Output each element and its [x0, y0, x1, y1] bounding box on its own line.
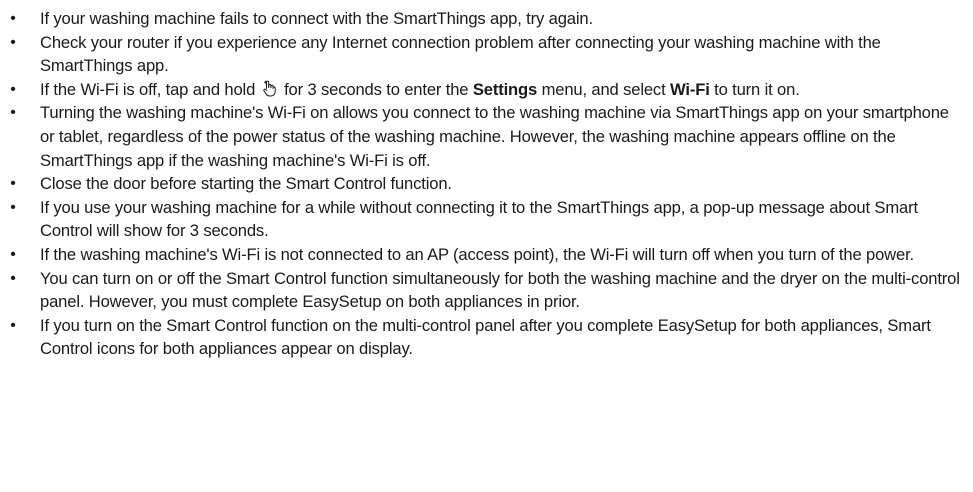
note-text: If the washing machine's Wi-Fi is not co…	[40, 244, 914, 264]
bullet: •	[10, 33, 16, 51]
list-item: • You can turn on or off the Smart Contr…	[0, 267, 961, 314]
bullet: •	[10, 269, 16, 287]
bullet: •	[10, 80, 16, 98]
note-text: If your washing machine fails to connect…	[40, 9, 593, 28]
list-item: • If the washing machine's Wi-Fi is not …	[0, 243, 961, 267]
list-item: • Turning the washing machine's Wi-Fi on…	[0, 101, 961, 172]
bullet: •	[10, 175, 16, 193]
note-text: You can turn on or off the Smart Control…	[40, 268, 960, 312]
list-item: • If the Wi-Fi is off, tap and hold for …	[0, 78, 961, 102]
document-page: • If your washing machine fails to conne…	[0, 0, 973, 492]
note-text-part: to turn it on.	[709, 79, 800, 99]
settings-menu-label: Settings	[472, 79, 538, 99]
note-text: Check your router if you experience any …	[40, 32, 881, 76]
note-text-part: If the Wi-Fi is off, tap and hold	[40, 79, 260, 99]
list-item: • If you use your washing machine for a …	[0, 196, 961, 243]
bullet: •	[10, 316, 16, 334]
note-text: If you use your washing machine for a wh…	[40, 197, 918, 241]
wifi-label: Wi-Fi	[670, 79, 710, 99]
note-text: Turning the washing machine's Wi-Fi on a…	[40, 103, 949, 170]
bullet: •	[10, 104, 16, 122]
note-text-part: for 3 seconds to enter the	[279, 79, 473, 99]
bullet: •	[10, 245, 16, 263]
bullet: •	[10, 198, 16, 216]
hand-tap-plus-icon	[262, 80, 278, 98]
notes-list: • If your washing machine fails to conne…	[0, 7, 961, 361]
list-item: • If you turn on the Smart Control funct…	[0, 314, 961, 361]
note-text: If you turn on the Smart Control functio…	[40, 315, 931, 359]
list-item: • If your washing machine fails to conne…	[0, 7, 961, 31]
note-text: Close the door before starting the Smart…	[40, 174, 452, 194]
list-item: • Check your router if you experience an…	[0, 31, 961, 78]
list-item: • Close the door before starting the Sma…	[0, 172, 961, 196]
note-text-part: menu, and select	[537, 79, 671, 99]
bullet: •	[10, 10, 16, 27]
